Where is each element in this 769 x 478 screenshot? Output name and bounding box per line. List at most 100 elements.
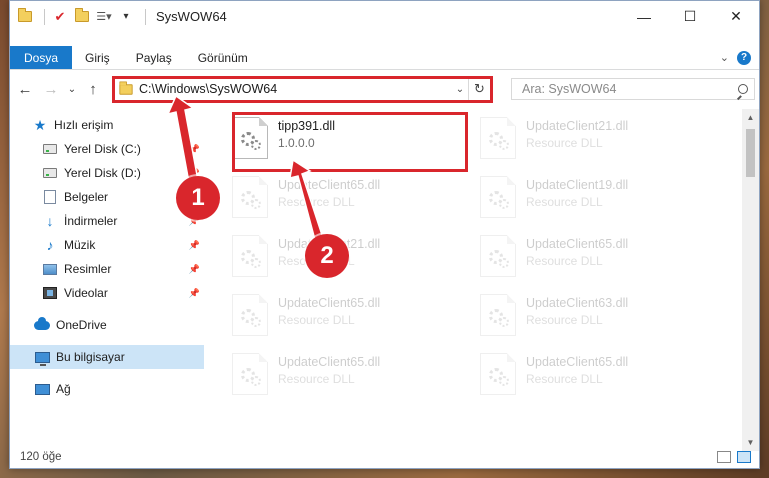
tab-share[interactable]: Paylaş bbox=[123, 46, 185, 69]
file-desc: Resource DLL bbox=[526, 195, 603, 209]
new-folder-icon[interactable] bbox=[73, 8, 91, 26]
nav-quick-access[interactable]: ★ Hızlı erişim bbox=[32, 113, 226, 137]
file-name: UpdateClient65.dll bbox=[278, 355, 381, 369]
nav-label: Hızlı erişim bbox=[54, 118, 114, 132]
dll-file-icon bbox=[232, 294, 268, 336]
pin-icon[interactable]: 📌 bbox=[189, 264, 200, 275]
file-tile[interactable]: UpdateClient65.dll Resource DLL bbox=[228, 172, 462, 230]
maximize-button[interactable]: ☐ bbox=[667, 1, 713, 32]
tiles-view-icon[interactable] bbox=[737, 451, 751, 463]
minimize-button[interactable]: — bbox=[621, 1, 667, 32]
file-tile[interactable]: UpdateClient65.dll Resource DLL bbox=[476, 349, 710, 407]
status-bar: 120 öğe bbox=[10, 446, 759, 468]
quick-access-toolbar: ✔ ☰▾ ▾ SysWOW64 bbox=[16, 1, 227, 32]
pin-icon[interactable]: 📌 bbox=[189, 144, 200, 155]
step-2-badge: 2 bbox=[305, 234, 349, 278]
file-tile[interactable]: UpdateClient65.dll Resource DLL bbox=[476, 231, 710, 289]
nav-item-pictures[interactable]: Resimler 📌 bbox=[42, 257, 204, 281]
scroll-thumb[interactable] bbox=[746, 129, 755, 177]
dll-file-icon bbox=[480, 176, 516, 218]
tab-view[interactable]: Görünüm bbox=[185, 46, 261, 69]
file-tile[interactable]: UpdateClient65.dll Resource DLL bbox=[228, 290, 462, 348]
close-button[interactable]: ✕ bbox=[713, 1, 759, 32]
recent-locations-chevron-icon[interactable]: ⌄ bbox=[66, 78, 78, 100]
window-title: SysWOW64 bbox=[156, 9, 227, 24]
file-desc: Resource DLL bbox=[526, 136, 603, 150]
nav-item-music[interactable]: ♪ Müzik 📌 bbox=[42, 233, 204, 257]
address-dropdown-icon[interactable]: ⌄ bbox=[452, 84, 468, 95]
address-path[interactable]: C:\Windows\SysWOW64 bbox=[139, 82, 452, 96]
search-icon[interactable] bbox=[732, 84, 754, 94]
tab-home[interactable]: Giriş bbox=[72, 46, 123, 69]
window-controls: — ☐ ✕ bbox=[621, 1, 759, 32]
nav-label: Videolar bbox=[64, 286, 108, 300]
nav-item-downloads[interactable]: ↓ İndirmeler 📌 bbox=[42, 209, 204, 233]
chevron-down-icon[interactable]: ▾ bbox=[117, 8, 135, 26]
video-icon bbox=[42, 285, 58, 301]
dll-file-icon bbox=[232, 176, 268, 218]
folder-icon bbox=[119, 80, 133, 95]
nav-item-network[interactable]: Ağ bbox=[34, 377, 204, 401]
pin-icon[interactable]: 📌 bbox=[189, 288, 200, 299]
nav-label: Müzik bbox=[64, 238, 96, 252]
explorer-window: ✔ ☰▾ ▾ SysWOW64 — ☐ ✕ Dosya Giriş Paylaş… bbox=[9, 0, 760, 469]
navigation-pane: ★ Hızlı erişim Yerel Disk (C:) 📌 Yerel D… bbox=[10, 109, 206, 449]
separator bbox=[44, 8, 45, 25]
dll-file-icon bbox=[480, 353, 516, 395]
dll-file-icon bbox=[232, 235, 268, 277]
back-arrow-icon[interactable]: ← bbox=[14, 78, 36, 100]
pin-icon[interactable]: 📌 bbox=[189, 240, 200, 251]
title-bar: ✔ ☰▾ ▾ SysWOW64 — ☐ ✕ bbox=[10, 1, 759, 32]
scroll-up-icon[interactable]: ▲ bbox=[742, 109, 759, 126]
properties-icon[interactable]: ✔ bbox=[51, 8, 69, 26]
nav-label: Yerel Disk (C:) bbox=[64, 142, 141, 156]
ribbon-right-controls: ⌄ ? bbox=[720, 46, 759, 69]
dll-file-icon bbox=[480, 294, 516, 336]
file-desc: Resource DLL bbox=[278, 195, 355, 209]
nav-label: İndirmeler bbox=[64, 214, 118, 228]
nav-item-local-disk-d[interactable]: Yerel Disk (D:) 📌 bbox=[42, 161, 204, 185]
nav-item-this-pc[interactable]: Bu bilgisayar bbox=[10, 345, 204, 369]
file-tile[interactable]: UpdateClient19.dll Resource DLL bbox=[476, 172, 710, 230]
file-name: UpdateClient65.dll bbox=[526, 355, 629, 369]
nav-label: OneDrive bbox=[56, 318, 107, 332]
nav-item-local-disk-c[interactable]: Yerel Disk (C:) 📌 bbox=[42, 137, 204, 161]
forward-arrow-icon[interactable]: → bbox=[40, 78, 62, 100]
file-desc: Resource DLL bbox=[278, 313, 355, 327]
star-icon: ★ bbox=[33, 116, 47, 133]
file-tile[interactable]: UpdateClient21.dll Resource DLL bbox=[476, 113, 710, 171]
address-bar[interactable]: C:\Windows\SysWOW64 ⌄ ↻ bbox=[112, 75, 493, 103]
refresh-icon[interactable]: ↻ bbox=[468, 78, 490, 100]
help-icon[interactable]: ? bbox=[737, 50, 751, 65]
file-list: tipp391.dll 1.0.0.0 UpdateClient21.dll Res… bbox=[208, 109, 746, 451]
drive-icon bbox=[42, 165, 58, 181]
vertical-scrollbar[interactable]: ▲ ▼ bbox=[742, 109, 759, 451]
download-icon: ↓ bbox=[46, 213, 54, 229]
file-name: UpdateClient65.dll bbox=[278, 178, 381, 192]
cloud-icon bbox=[34, 316, 50, 333]
file-desc: Resource DLL bbox=[526, 254, 603, 268]
nav-label: Yerel Disk (D:) bbox=[64, 166, 141, 180]
nav-label: Ağ bbox=[56, 382, 71, 396]
file-desc: Resource DLL bbox=[278, 372, 355, 386]
drive-icon bbox=[42, 141, 58, 157]
details-view-icon[interactable] bbox=[717, 451, 731, 463]
file-highlight-box bbox=[232, 112, 468, 172]
dll-file-icon bbox=[480, 235, 516, 277]
file-tile[interactable]: UpdateClient63.dll Resource DLL bbox=[476, 290, 710, 348]
pictures-icon bbox=[42, 261, 58, 277]
dll-file-icon bbox=[232, 353, 268, 395]
file-tile[interactable]: UpdateClient65.dll Resource DLL bbox=[228, 349, 462, 407]
tab-file[interactable]: Dosya bbox=[10, 46, 73, 69]
nav-item-onedrive[interactable]: OneDrive bbox=[34, 313, 204, 337]
file-name: UpdateClient63.dll bbox=[526, 296, 629, 310]
search-box[interactable]: Ara: SysWOW64 bbox=[511, 78, 755, 100]
nav-item-videos[interactable]: Videolar 📌 bbox=[42, 281, 204, 305]
file-desc: Resource DLL bbox=[526, 372, 603, 386]
documents-icon bbox=[42, 189, 58, 205]
step-1-badge: 1 bbox=[176, 176, 220, 220]
up-arrow-icon[interactable]: ↑ bbox=[82, 78, 104, 100]
chevron-down-icon[interactable]: ⌄ bbox=[720, 51, 729, 64]
customize-toolbar-icon[interactable]: ☰▾ bbox=[95, 8, 113, 26]
file-name: UpdateClient65.dll bbox=[278, 296, 381, 310]
